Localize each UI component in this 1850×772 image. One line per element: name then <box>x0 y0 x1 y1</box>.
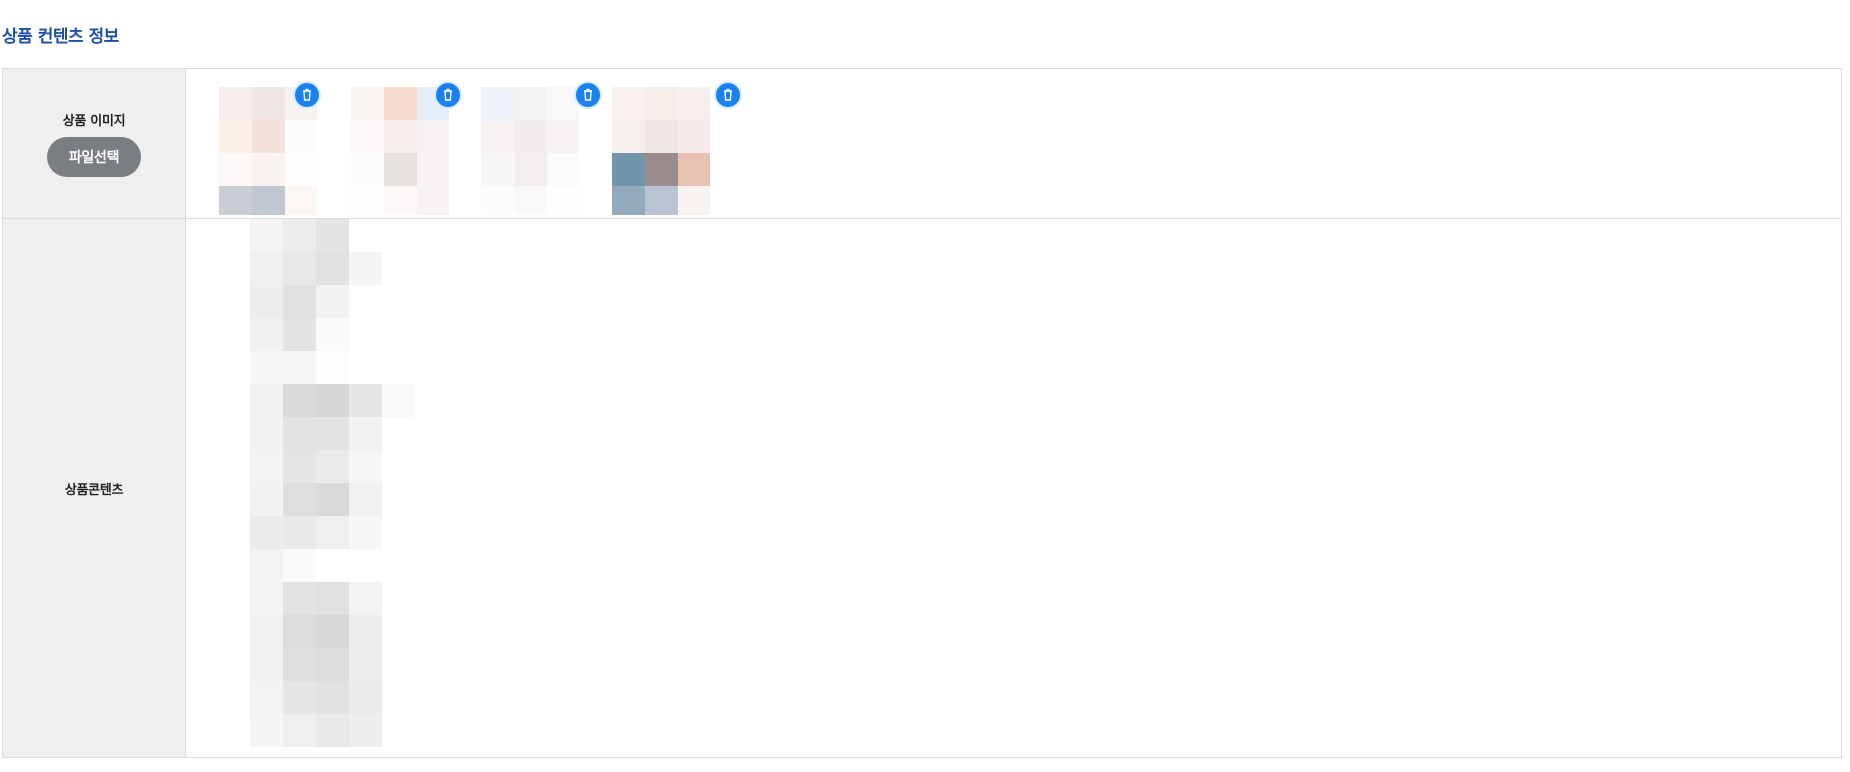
product-image-row: 상품 이미지 파일선택 <box>3 69 1841 219</box>
delete-image-1-button[interactable] <box>293 81 321 109</box>
trash-icon <box>444 88 452 101</box>
delete-image-3-button[interactable] <box>574 81 602 109</box>
product-content-image <box>250 219 415 749</box>
product-content-editor[interactable] <box>186 219 1841 757</box>
product-image-label: 상품 이미지 <box>62 114 126 129</box>
product-thumbnail-4[interactable] <box>612 87 710 215</box>
product-image-label-cell: 상품 이미지 파일선택 <box>3 69 186 218</box>
product-content-label: 상품콘텐츠 <box>64 482 124 498</box>
product-image-list <box>186 69 1841 218</box>
product-thumbnail-2[interactable] <box>351 87 449 215</box>
delete-image-4-button[interactable] <box>714 81 742 109</box>
product-content-form: 상품 이미지 파일선택 상품콘텐츠 <box>2 68 1842 758</box>
delete-image-2-button[interactable] <box>434 81 462 109</box>
trash-icon <box>584 88 592 101</box>
file-select-button[interactable]: 파일선택 <box>47 137 141 177</box>
trash-icon <box>303 88 311 101</box>
trash-icon <box>724 88 732 101</box>
product-thumbnail-3[interactable] <box>481 87 579 215</box>
product-content-row: 상품콘텐츠 <box>3 219 1841 757</box>
section-title: 상품 컨텐츠 정보 <box>2 27 119 47</box>
product-content-label-cell: 상품콘텐츠 <box>3 219 186 757</box>
